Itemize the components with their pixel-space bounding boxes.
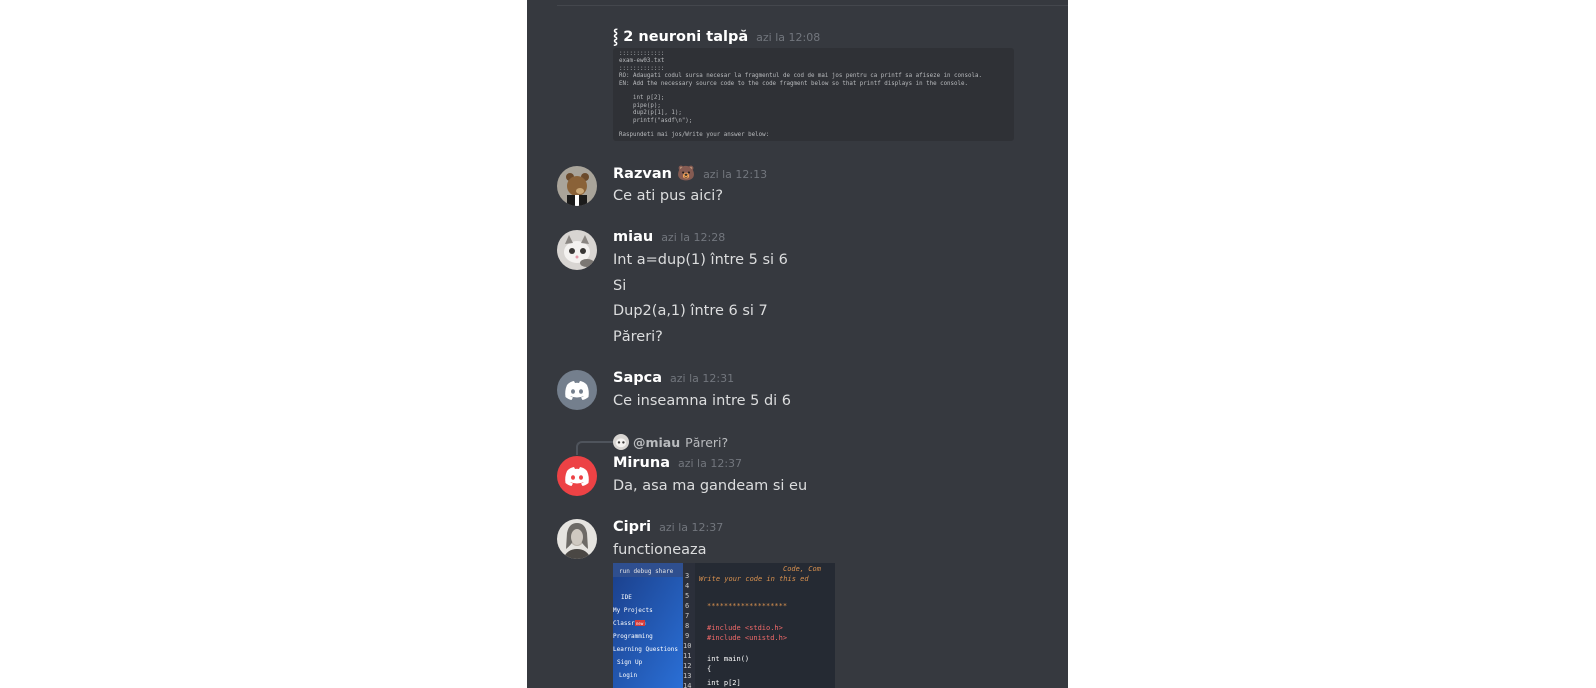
menu-item: Programming [613, 633, 653, 640]
message-text: Da, asa ma gandeam si eu [613, 478, 808, 494]
menu-item: My Projects [613, 607, 653, 614]
code-line: int main() [707, 655, 749, 663]
avatar[interactable] [557, 519, 597, 559]
reply-username[interactable]: @miau [633, 435, 680, 450]
line-number: 10 [683, 642, 691, 650]
line-number: 6 [685, 602, 689, 610]
username[interactable]: ⸾ 2 neuroni talpă [613, 26, 748, 46]
menu-item: IDE [621, 594, 632, 601]
code-line: Code, Com [783, 565, 822, 573]
message-text: Dup2(a,1) între 6 si 7 [613, 303, 768, 319]
chat-panel: ⸾ 2 neuroni talpă azi la 12:08 :::::::::… [527, 0, 1068, 688]
code-line: Write your code in this ed [699, 575, 809, 583]
line-number: 4 [685, 582, 689, 590]
code-line: int p[2] [707, 679, 741, 687]
line-number: 7 [685, 612, 689, 620]
line-number: 14 [683, 682, 691, 688]
menu-item: Learning Questions [613, 646, 678, 653]
message-header: Miruna azi la 12:37 [613, 455, 742, 475]
avatar[interactable] [557, 166, 597, 206]
reply-text[interactable]: Păreri? [685, 435, 728, 450]
code-screenshot-image: run debug share IDE My Projects Classroo… [613, 563, 835, 688]
avatar[interactable] [557, 370, 597, 410]
reply-connector [576, 441, 613, 455]
username[interactable]: miau [613, 229, 653, 245]
username[interactable]: Cipri [613, 519, 651, 535]
reply-avatar [613, 434, 629, 450]
timestamp[interactable]: azi la 12:31 [670, 372, 734, 385]
discord-logo-icon [565, 381, 589, 400]
code-content: ::::::::::::: exam-ew03.txt ::::::::::::… [619, 51, 982, 139]
line-number: 12 [683, 662, 691, 670]
line-number: 8 [685, 622, 689, 630]
avatar[interactable] [557, 456, 597, 496]
message-text: functioneaza [613, 542, 707, 558]
code-block: ::::::::::::: exam-ew03.txt ::::::::::::… [613, 48, 1014, 141]
avatar[interactable] [557, 230, 597, 270]
menu-item: Sign Up [617, 659, 643, 666]
divider [557, 5, 1068, 6]
code-line: #include <stdio.h> [707, 624, 783, 632]
cat-avatar-icon [557, 230, 597, 270]
cat-avatar-icon [613, 434, 629, 450]
message-header: miau azi la 12:28 [613, 229, 725, 249]
discord-logo-icon [565, 467, 589, 486]
code-line: #include <unistd.h> [707, 634, 787, 642]
reply-preview[interactable]: @miau Păreri? [613, 433, 728, 451]
message-text: Ce ati pus aici? [613, 188, 724, 204]
image-attachment[interactable]: run debug share IDE My Projects Classroo… [613, 563, 835, 688]
code-line: { [707, 665, 711, 673]
message-text: Si [613, 278, 627, 294]
menu-item: run debug share [619, 568, 674, 575]
username[interactable]: Sapca [613, 370, 662, 386]
line-number: 13 [683, 672, 691, 680]
line-number: 3 [685, 572, 689, 580]
username[interactable]: Miruna [613, 455, 670, 471]
message-text: Ce inseamna intre 5 di 6 [613, 393, 792, 409]
message-header: Razvan 🐻 azi la 12:13 [613, 165, 767, 185]
timestamp[interactable]: azi la 12:08 [756, 31, 820, 44]
message-text: Păreri? [613, 329, 663, 345]
timestamp[interactable]: azi la 12:37 [678, 457, 742, 470]
message-text: Int a=dup(1) între 5 si 6 [613, 252, 788, 268]
timestamp[interactable]: azi la 12:13 [703, 168, 767, 181]
line-number: 5 [685, 592, 689, 600]
message-header: ⸾ 2 neuroni talpă azi la 12:08 [613, 26, 820, 46]
line-number: 11 [683, 652, 691, 660]
timestamp[interactable]: azi la 12:37 [659, 521, 723, 534]
menu-item: Login [619, 672, 637, 679]
bear-avatar-icon [557, 166, 597, 206]
line-number: 9 [685, 632, 689, 640]
message-header: Sapca azi la 12:31 [613, 370, 734, 390]
username[interactable]: Razvan 🐻 [613, 165, 695, 182]
code-line: ******************* [707, 602, 787, 610]
message-header: Cipri azi la 12:37 [613, 519, 723, 539]
portrait-avatar-icon [557, 519, 597, 559]
timestamp[interactable]: azi la 12:28 [661, 231, 725, 244]
new-badge: new [636, 621, 644, 626]
